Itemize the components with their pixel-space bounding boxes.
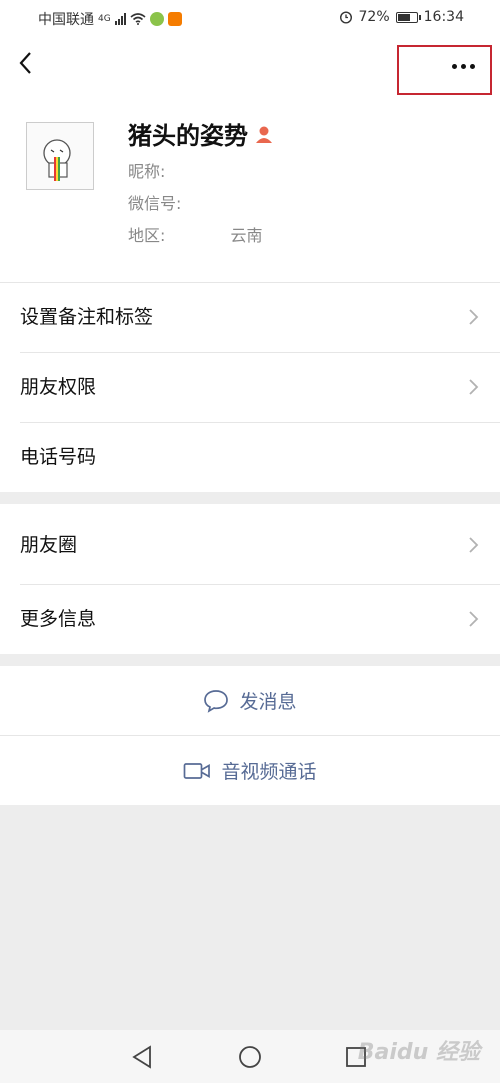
more-options-button[interactable]: [448, 56, 478, 76]
chevron-right-icon: [469, 379, 479, 395]
video-app-icon: [167, 12, 182, 26]
phone-number-label: 电话号码: [20, 446, 97, 468]
watermark: Baidu 经验: [357, 1040, 480, 1065]
wechat-id-label: 微信号:: [128, 194, 182, 213]
status-bar: 中国联通 4G 72% 16:34: [0, 0, 500, 36]
region-value: 云南: [230, 226, 263, 245]
friend-permissions-item[interactable]: 朋友权限: [0, 352, 500, 422]
profile-name: 猪头的姿势: [128, 122, 248, 150]
avatar-image: [43, 139, 71, 181]
alarm-icon: [339, 11, 352, 24]
phone-number-item[interactable]: 电话号码: [0, 422, 500, 492]
video-camera-icon: [184, 762, 211, 779]
battery-fill: [397, 13, 410, 21]
more-info-item[interactable]: 更多信息: [0, 584, 500, 654]
status-left: 中国联通 4G: [38, 9, 182, 29]
region-label: 地区:: [128, 226, 166, 245]
name-row: 猪头的姿势: [128, 116, 274, 151]
app-notification-icon: [149, 12, 164, 26]
more-dots-icon: [451, 63, 475, 69]
battery-percent: 72%: [358, 9, 390, 25]
back-button[interactable]: [12, 48, 42, 78]
remark-tags-item[interactable]: 设置备注和标签: [0, 282, 500, 352]
wechat-id-line: 微信号:: [128, 190, 181, 214]
nav-home-icon: [239, 1046, 261, 1068]
top-nav-bar: [0, 36, 500, 100]
carrier-name: 中国联通: [38, 12, 94, 28]
back-arrow-icon: [19, 52, 31, 74]
video-call-button[interactable]: 音视频通话: [0, 736, 500, 805]
nickname-line: 昵称:: [128, 158, 165, 182]
profile-card: 猪头的姿势 昵称: 微信号: 地区: 云南: [0, 100, 500, 282]
send-message-button[interactable]: 发消息: [0, 666, 500, 735]
chevron-right-icon: [469, 537, 479, 553]
send-message-label: 发消息: [239, 691, 297, 713]
moments-item[interactable]: 朋友圈: [0, 510, 500, 580]
nav-home-button[interactable]: [237, 1044, 263, 1070]
more-info-label: 更多信息: [20, 608, 97, 630]
moments-label: 朋友圈: [20, 534, 78, 556]
nav-back-button[interactable]: [130, 1044, 156, 1070]
friend-permissions-label: 朋友权限: [20, 376, 97, 398]
wifi-icon: [130, 13, 146, 25]
nickname-label: 昵称:: [128, 162, 166, 181]
avatar[interactable]: [26, 122, 94, 190]
signal-icon: [114, 13, 126, 25]
chevron-right-icon: [469, 611, 479, 627]
gender-female-icon: [256, 126, 272, 143]
remark-tags-label: 设置备注和标签: [20, 306, 154, 328]
region-line: 地区: 云南: [128, 222, 263, 246]
menu-group-1: 设置备注和标签 朋友权限 电话号码: [0, 282, 500, 492]
clock-time: 16:34: [423, 9, 464, 25]
menu-group-2: 朋友圈 更多信息: [0, 504, 500, 654]
network-tag: 4G: [98, 14, 111, 24]
status-right: 72% 16:34: [339, 9, 464, 25]
nav-back-icon: [132, 1045, 151, 1069]
battery-icon: [395, 11, 421, 23]
chat-bubble-icon: [204, 689, 229, 713]
chevron-right-icon: [469, 309, 479, 325]
video-call-label: 音视频通话: [221, 761, 317, 783]
